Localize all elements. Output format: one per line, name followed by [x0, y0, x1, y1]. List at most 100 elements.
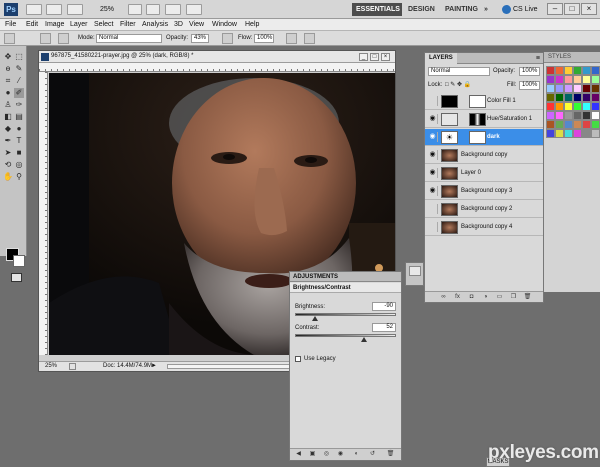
style-swatch[interactable] — [573, 93, 582, 102]
style-swatch[interactable] — [564, 66, 573, 75]
style-swatch[interactable] — [582, 84, 591, 93]
style-swatch[interactable] — [582, 129, 591, 138]
crop-tool-icon[interactable]: ⌗ — [3, 76, 13, 86]
link-layers-icon[interactable]: ∞ — [439, 293, 448, 302]
style-swatch[interactable] — [555, 120, 564, 129]
path-select-icon[interactable]: ➤ — [3, 148, 13, 158]
status-arrow-icon[interactable]: ► — [151, 362, 157, 371]
menu-window[interactable]: Window — [212, 19, 237, 30]
layer-row[interactable]: Background copy 2 — [425, 201, 543, 218]
style-swatch[interactable] — [591, 102, 600, 111]
panel-menu-icon[interactable]: ≡ — [536, 53, 540, 64]
brush-preset-icon[interactable] — [4, 33, 15, 44]
more-workspaces-button[interactable]: » — [480, 3, 492, 16]
vertical-ruler[interactable] — [39, 72, 48, 355]
menu-edit[interactable]: Edit — [26, 19, 38, 30]
background-color-swatch[interactable] — [13, 255, 25, 267]
reset-icon[interactable]: ↺ — [368, 450, 377, 459]
quick-select-icon[interactable]: ✎ — [14, 64, 24, 74]
visibility-eye-icon[interactable]: ◉ — [336, 450, 345, 459]
pressure-opacity-icon[interactable] — [222, 33, 233, 44]
workspace-essentials[interactable]: ESSENTIALS — [352, 3, 402, 16]
style-swatch[interactable] — [573, 66, 582, 75]
menu-help[interactable]: Help — [245, 19, 259, 30]
fill-input[interactable]: 100% — [519, 81, 540, 90]
style-swatch[interactable] — [573, 75, 582, 84]
style-swatch[interactable] — [555, 84, 564, 93]
style-swatch[interactable] — [546, 102, 555, 111]
cs-live-button[interactable]: CS Live — [502, 4, 538, 15]
menu-view[interactable]: View — [189, 19, 204, 30]
type-tool-icon[interactable]: T — [14, 136, 24, 146]
style-swatch[interactable] — [591, 93, 600, 102]
launch-mini-bridge-icon[interactable] — [46, 4, 62, 15]
workspace-painting[interactable]: PAINTING — [441, 3, 479, 16]
pressure-size-icon[interactable] — [304, 33, 315, 44]
layer-mask-thumbnail[interactable] — [469, 113, 486, 126]
menu-image[interactable]: Image — [45, 19, 64, 30]
contrast-slider-thumb[interactable] — [360, 337, 367, 342]
contrast-input[interactable]: 52 — [372, 323, 396, 332]
style-swatch[interactable] — [564, 120, 573, 129]
style-swatch[interactable] — [573, 111, 582, 120]
layer-row[interactable]: ◉ Background copy 3 — [425, 183, 543, 200]
document-close-button[interactable]: × — [381, 53, 390, 61]
brightness-slider-thumb[interactable] — [312, 316, 319, 321]
blur-tool-icon[interactable]: ◆ — [3, 124, 13, 134]
style-swatch[interactable] — [546, 84, 555, 93]
opacity-input[interactable]: 43% — [191, 34, 209, 43]
zoom-tool-icon[interactable]: ⚲ — [14, 172, 24, 182]
style-swatch[interactable] — [591, 75, 600, 84]
style-swatch[interactable] — [555, 93, 564, 102]
tab-styles[interactable]: STYLES — [544, 52, 600, 63]
shape-tool-icon[interactable]: ■ — [14, 148, 24, 158]
layer-mask-thumbnail[interactable] — [469, 95, 486, 108]
style-swatch[interactable] — [546, 93, 555, 102]
maximize-button[interactable]: □ — [564, 3, 580, 15]
style-swatch[interactable] — [573, 129, 582, 138]
delete-layer-icon[interactable]: 🗑 — [523, 293, 532, 302]
visibility-eye-icon[interactable]: ◉ — [428, 132, 438, 142]
style-swatch[interactable] — [564, 111, 573, 120]
history-brush-icon[interactable]: ✑ — [14, 100, 24, 110]
new-group-icon[interactable]: ▭ — [495, 293, 504, 302]
style-swatch[interactable] — [564, 129, 573, 138]
move-tool-icon[interactable]: ✥ — [3, 52, 13, 62]
document-maximize-button[interactable]: □ — [370, 53, 379, 61]
eyedropper-tool-icon[interactable]: ⁄ — [14, 76, 24, 86]
3d-orbit-icon[interactable]: ◎ — [14, 160, 24, 170]
brightness-input[interactable]: -90 — [372, 302, 396, 311]
style-swatch[interactable] — [573, 84, 582, 93]
airbrush-icon[interactable] — [286, 33, 297, 44]
style-swatch[interactable] — [546, 66, 555, 75]
layer-mask-thumbnail[interactable] — [469, 131, 486, 144]
view-previous-state-icon[interactable]: ◐ — [352, 450, 361, 459]
menu-filter[interactable]: Filter — [120, 19, 136, 30]
menu-file[interactable]: File — [5, 19, 16, 30]
screen-mode-icon[interactable] — [186, 4, 202, 15]
style-swatch[interactable] — [564, 102, 573, 111]
3d-rotate-icon[interactable]: ⟲ — [3, 160, 13, 170]
layer-row[interactable]: ◉ Hue/Saturation 1 — [425, 111, 543, 128]
style-swatch[interactable] — [582, 111, 591, 120]
close-button[interactable]: × — [581, 3, 597, 15]
adjustments-panel-icon[interactable] — [409, 266, 421, 276]
menu-analysis[interactable]: Analysis — [142, 19, 168, 30]
style-swatch[interactable] — [591, 84, 600, 93]
dodge-tool-icon[interactable]: ● — [14, 124, 24, 134]
lasso-tool-icon[interactable]: ɵ — [3, 64, 13, 74]
style-swatch[interactable] — [573, 102, 582, 111]
tab-layers[interactable]: LAYERS — [425, 53, 457, 64]
style-swatch[interactable] — [555, 129, 564, 138]
rotate-view-icon[interactable] — [146, 4, 160, 15]
contrast-slider[interactable] — [295, 334, 396, 337]
menu-select[interactable]: Select — [94, 19, 113, 30]
style-swatch[interactable] — [564, 75, 573, 84]
layer-row-selected[interactable]: ◉ ☀ dark — [425, 129, 543, 146]
style-swatch[interactable] — [591, 129, 600, 138]
clone-stamp-icon[interactable]: ♙ — [3, 100, 13, 110]
layer-row[interactable]: ◉ Background copy — [425, 147, 543, 164]
brush-tool-icon[interactable]: ✐ — [14, 88, 24, 98]
new-layer-icon[interactable]: ❐ — [509, 293, 518, 302]
new-adjustment-layer-icon[interactable]: ◑ — [481, 293, 490, 302]
